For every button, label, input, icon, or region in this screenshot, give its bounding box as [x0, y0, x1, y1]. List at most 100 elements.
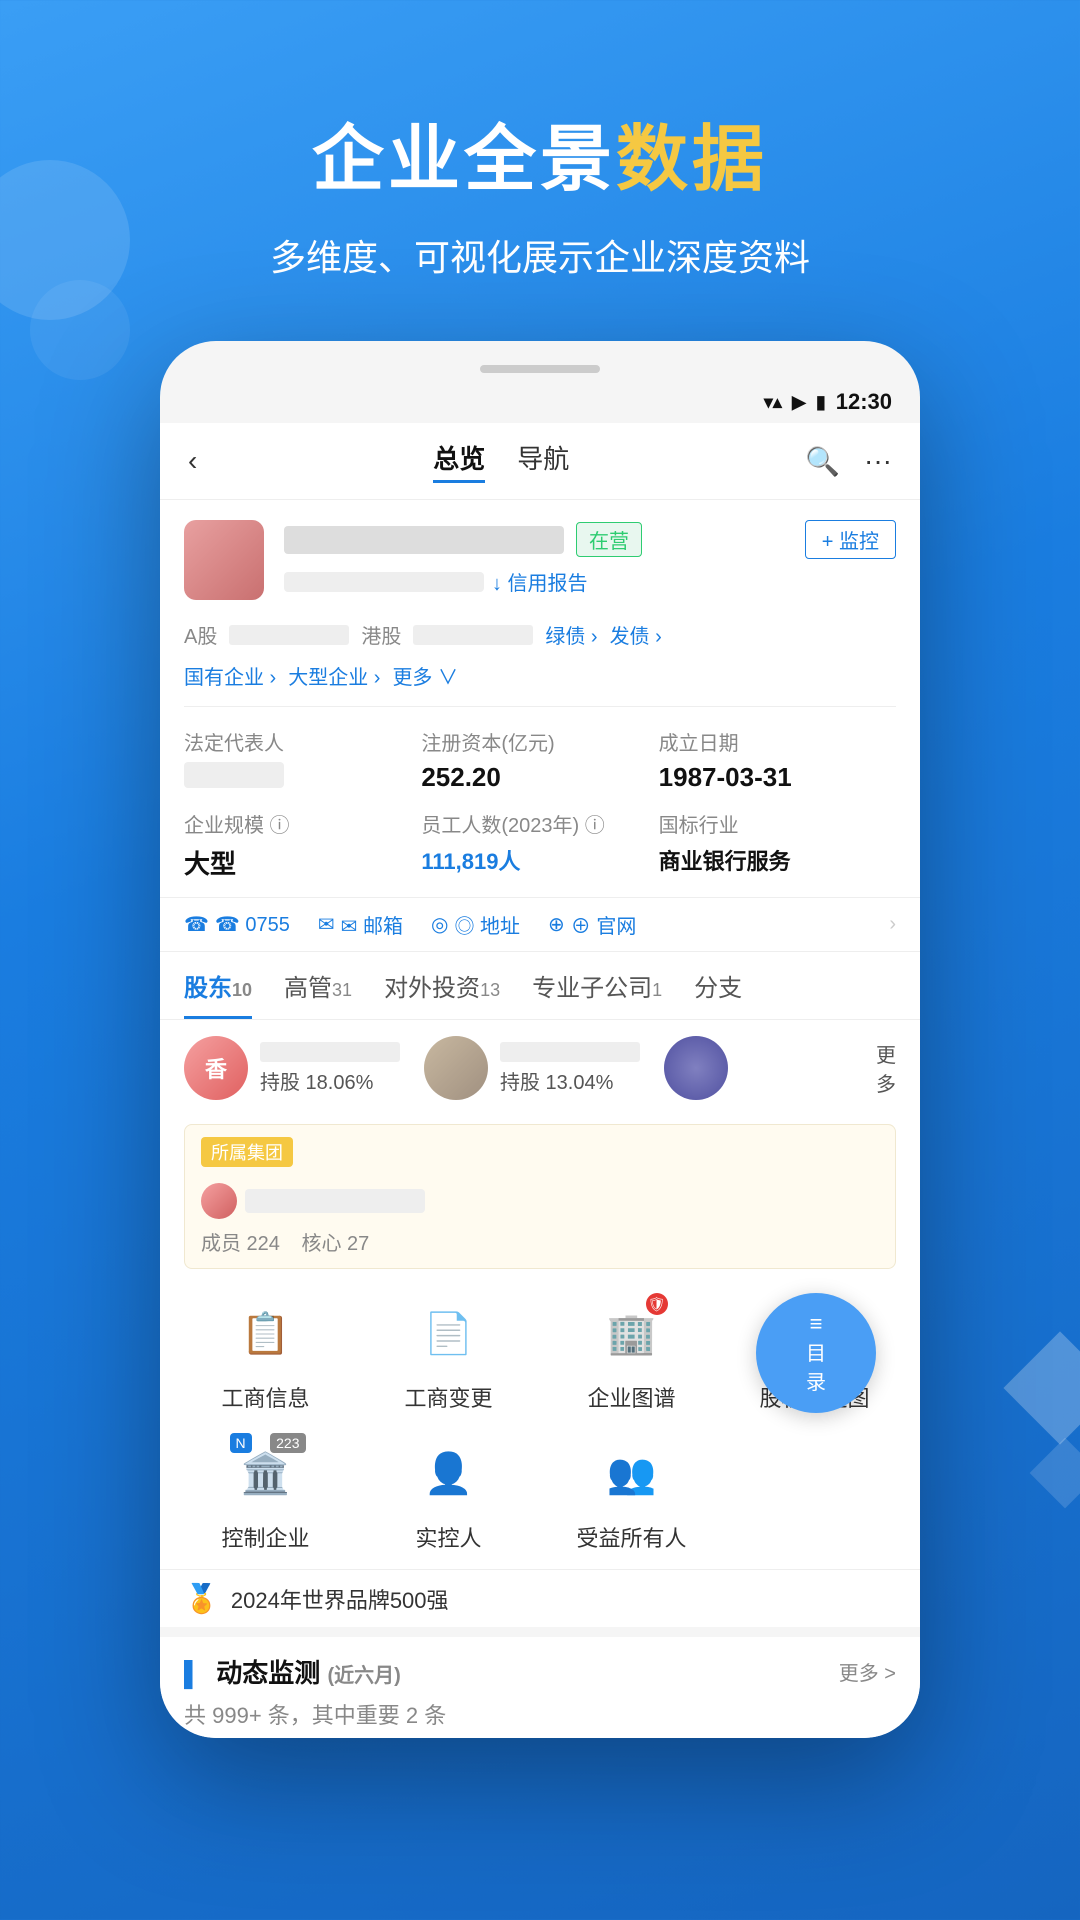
phone-notch-bar [480, 365, 600, 373]
honor-text: 2024年世界品牌500强 [231, 1583, 449, 1615]
cat1-tag[interactable]: 国有企业 › [184, 661, 276, 690]
hero-title-highlight: 数据 [616, 120, 768, 200]
dynamic-subtitle: (近六月) [328, 1665, 401, 1687]
tab-executives-count: 31 [332, 980, 352, 1000]
address-label: ◎ 地址 [454, 910, 520, 939]
func-control-enterprise[interactable]: 🏛️ N 223 控制企业 [184, 1433, 347, 1553]
scale-label: 企业规模 ⓘ [184, 809, 421, 838]
stock-tags: A股 港股 绿债 › 发债 › [160, 612, 920, 657]
honor-section: 🏅 2024年世界品牌500强 [160, 1569, 920, 1627]
status-time: 12:30 [836, 389, 892, 415]
more-cats[interactable]: 更多 ∨ [392, 661, 458, 690]
industry-item: 国标行业 商业银行服务 [659, 809, 896, 881]
control-enterprise-num-badge: 223 [270, 1433, 305, 1453]
reg-capital-label: 注册资本(亿元) [421, 727, 658, 756]
func-enterprise-map[interactable]: 🏢 🛡 企业图谱 [550, 1293, 713, 1413]
float-btn-line2: 录 [806, 1366, 826, 1395]
dynamic-more-link[interactable]: 更多 > [839, 1657, 896, 1686]
shareholder-3-avatar [664, 1036, 728, 1100]
func-business-info[interactable]: 📋 工商信息 [184, 1293, 347, 1413]
control-enterprise-n-badge: N [230, 1433, 252, 1453]
category-tags: 国有企业 › 大型企业 › 更多 ∨ [160, 657, 920, 702]
business-info-label: 工商信息 [221, 1381, 309, 1413]
company-sub-name [284, 572, 484, 592]
tab-nav: 股东10 高管31 对外投资13 专业子公司1 分支 [160, 952, 920, 1020]
reg-capital-value: 252.20 [421, 762, 658, 793]
group-section[interactable]: 所属集团 成员 224 核心 27 [184, 1124, 896, 1269]
shareholder-3[interactable] [664, 1036, 728, 1100]
enterprise-map-icon: 🏢 🛡 [592, 1293, 672, 1373]
tab-subsidiaries-count: 1 [652, 980, 662, 1000]
shareholder-1[interactable]: 香 持股 18.06% [184, 1036, 400, 1100]
employees-label: 员工人数(2023年) ⓘ [421, 809, 658, 838]
more-icon[interactable]: ··· [864, 445, 892, 477]
directory-float-button[interactable]: ≡ 目 录 [756, 1293, 876, 1413]
tab-executives-label: 高管 [284, 975, 332, 1002]
contact-row: ☎ ☎ 0755 ✉ ✉ 邮箱 ◎ ◎ 地址 ⊕ ⊕ 官网 › [160, 897, 920, 952]
control-enterprise-icon-img: 🏛️ [241, 1450, 291, 1497]
tab-branches[interactable]: 分支 [694, 952, 742, 1019]
tab-investments-label: 对外投资 [384, 975, 480, 1002]
nav-tabs: 总览 导航 [433, 439, 569, 483]
business-info-icon: 📋 [226, 1293, 306, 1373]
cat2-tag[interactable]: 大型企业 › [288, 661, 380, 690]
industry-label: 国标行业 [659, 809, 896, 838]
tab-shareholders[interactable]: 股东10 [184, 952, 252, 1019]
hero-subtitle: 多维度、可视化展示企业深度资料 [40, 229, 1040, 281]
diamond-shape-large [1003, 1331, 1080, 1444]
group-logo [201, 1183, 237, 1219]
func-business-change[interactable]: 📄 工商变更 [367, 1293, 530, 1413]
stock-hk-label: 港股 [361, 620, 401, 649]
tab-executives[interactable]: 高管31 [284, 952, 352, 1019]
actual-controller-icon: 👤 [409, 1433, 489, 1513]
nav-tab-nav[interactable]: 导航 [517, 439, 569, 483]
phone-contact[interactable]: ☎ ☎ 0755 [184, 912, 290, 937]
email-contact[interactable]: ✉ ✉ 邮箱 [318, 910, 403, 939]
contact-arrow-icon[interactable]: › [889, 913, 896, 936]
dynamic-title-text: 动态监测 [216, 1658, 320, 1688]
address-contact[interactable]: ◎ ◎ 地址 [431, 910, 520, 939]
tab-shareholders-label: 股东 [184, 975, 232, 1002]
green-bond-link[interactable]: 绿债 › [545, 620, 597, 649]
shareholder-2-avatar [424, 1036, 488, 1100]
back-button[interactable]: ‹ [188, 445, 197, 477]
more-shareholders[interactable]: 更 多 [876, 1039, 896, 1097]
employees-value: 111,819人 [421, 844, 658, 876]
func-actual-controller[interactable]: 👤 实控人 [367, 1433, 530, 1553]
shareholder-1-name [260, 1042, 400, 1062]
found-date-label: 成立日期 [659, 727, 896, 756]
float-btn-line1: 目 [806, 1337, 826, 1366]
dynamic-header: ▌ 动态监测 (近六月) 更多 > [184, 1653, 896, 1690]
phone-icon: ☎ [184, 912, 209, 937]
search-icon[interactable]: 🔍 [805, 445, 840, 478]
nav-tab-overview[interactable]: 总览 [433, 439, 485, 483]
company-info: 在营 + 监控 ↓ 信用报告 [284, 520, 896, 596]
func-beneficial-owner[interactable]: 👥 受益所有人 [550, 1433, 713, 1553]
tab-subsidiaries[interactable]: 专业子公司1 [532, 952, 662, 1019]
dynamic-section: ▌ 动态监测 (近六月) 更多 > 共 999+ 条，其中重要 2 条 [160, 1627, 920, 1738]
stock-a-value [229, 625, 349, 645]
beneficial-owner-icon-img: 👥 [607, 1450, 657, 1497]
monitor-button[interactable]: + 监控 [805, 520, 896, 559]
phone-number: ☎ 0755 [215, 912, 290, 937]
shareholder-2[interactable]: 持股 13.04% [424, 1036, 640, 1100]
shareholder-1-info: 持股 18.06% [260, 1042, 400, 1095]
shareholder-2-percent: 持股 13.04% [500, 1066, 640, 1095]
beneficial-owner-icon: 👥 [592, 1433, 672, 1513]
function-grid: 📋 工商信息 📄 工商变更 🏢 🛡 企业图谱 [160, 1277, 920, 1569]
credit-report-link[interactable]: ↓ 信用报告 [492, 567, 588, 596]
stock-hk-value [413, 625, 533, 645]
status-bar: ▾▴ ▶ ▮ 12:30 [160, 381, 920, 423]
tab-investments[interactable]: 对外投资13 [384, 952, 500, 1019]
dynamic-title: ▌ 动态监测 (近六月) [184, 1658, 401, 1688]
tab-subsidiaries-label: 专业子公司 [532, 975, 652, 1002]
phone-notch [160, 365, 920, 373]
divider-1 [184, 706, 896, 707]
shareholder-2-info: 持股 13.04% [500, 1042, 640, 1095]
shareholders-section: 香 持股 18.06% 持股 13.04% [160, 1020, 920, 1116]
diamond-shape-small [1030, 1438, 1080, 1509]
bond-link[interactable]: 发债 › [610, 620, 662, 649]
website-contact[interactable]: ⊕ ⊕ 官网 [548, 910, 636, 939]
actual-controller-label: 实控人 [415, 1521, 481, 1553]
float-btn-icon: ≡ [810, 1311, 823, 1337]
